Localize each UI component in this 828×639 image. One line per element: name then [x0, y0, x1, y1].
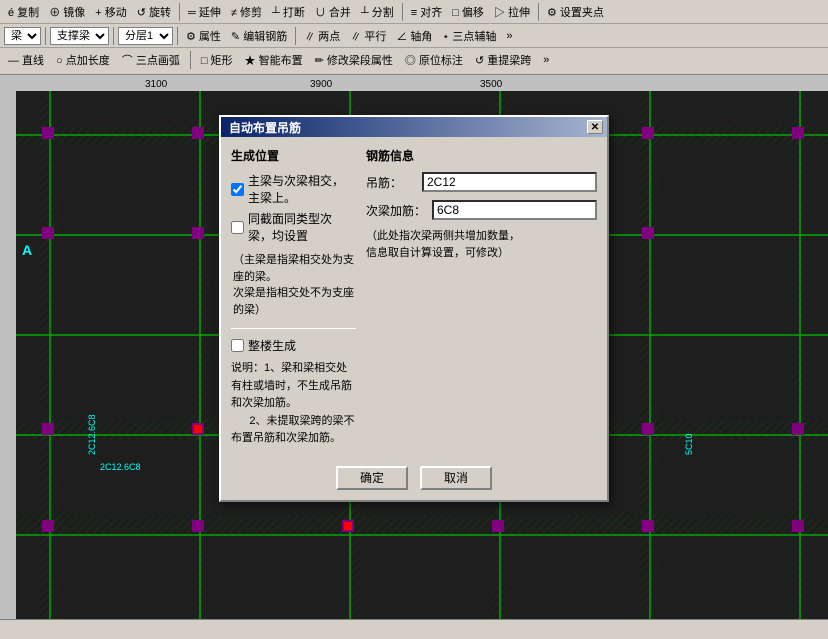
- dialog-left-column: 生成位置 主梁与次梁相交，主梁上。 同截面同类型次梁，均设置 （主梁是指梁相交处…: [231, 147, 356, 448]
- dialog-right-column: 钢筋信息 吊筋： 次梁加筋： （此处指次梁两侧共增加数量，信息取自计算设置，可修…: [366, 147, 597, 448]
- threepoint-axis-btn[interactable]: ⋆ 三点辅轴: [438, 27, 500, 45]
- sep7: [295, 27, 296, 45]
- repick-span-btn[interactable]: ↺ 重提梁跨: [471, 51, 535, 69]
- stretch-btn[interactable]: ▷ 拉伸: [490, 3, 534, 21]
- sep6: [177, 27, 178, 45]
- checkbox3-item: 整楼生成: [231, 337, 356, 354]
- sep1: [179, 3, 180, 21]
- extend-btn[interactable]: ═ 延伸: [184, 3, 225, 21]
- element-select[interactable]: 梁: [4, 27, 41, 45]
- break-btn[interactable]: ┴ 打断: [268, 3, 309, 21]
- origin-mark-btn[interactable]: ◎ 原位标注: [401, 51, 467, 69]
- ciliangjiajin-input[interactable]: [432, 200, 597, 220]
- align-btn[interactable]: ≡ 对齐: [407, 3, 446, 21]
- split-btn[interactable]: ┴ 分割: [357, 3, 398, 21]
- checkbox1-label: 主梁与次梁相交，主梁上。: [248, 172, 356, 206]
- checkbox2-label: 同截面同类型次梁，均设置: [248, 210, 356, 244]
- checkbox2-input[interactable]: [231, 221, 244, 234]
- checkbox1-input[interactable]: [231, 183, 244, 196]
- property-btn[interactable]: ⚙ 属性: [182, 27, 225, 45]
- dialog-overlay: 自动布置吊筋 ✕ 生成位置 主梁与次梁相交，主梁上。 同截面同类型次梁，均设置: [0, 75, 828, 619]
- ciliangjiajin-field-row: 次梁加筋：: [366, 200, 597, 220]
- diaojin-input[interactable]: [422, 172, 597, 192]
- smart-place-btn[interactable]: ★ 智能布置: [241, 51, 307, 69]
- checkbox3-label: 整楼生成: [248, 337, 296, 354]
- merge-btn[interactable]: ∪ 合并: [311, 3, 355, 21]
- note-right: （此处指次梁两侧共增加数量，信息取自计算设置，可修改）: [366, 228, 597, 261]
- checkbox2-item: 同截面同类型次梁，均设置: [231, 210, 356, 244]
- toolbar-row1: é 复制 ⊕ 镜像 + 移动 ↺ 旋转 ═ 延伸 ≠ 修剪 ┴ 打断 ∪ 合并 …: [0, 0, 828, 24]
- sep5: [113, 27, 114, 45]
- sep8: [190, 51, 191, 69]
- auto-place-stirrup-dialog: 自动布置吊筋 ✕ 生成位置 主梁与次梁相交，主梁上。 同截面同类型次梁，均设置: [219, 115, 609, 502]
- grip-btn[interactable]: ⚙ 设置夹点: [543, 3, 608, 21]
- dialog-title: 自动布置吊筋: [229, 119, 301, 136]
- twopoint-btn[interactable]: ∥ 两点: [300, 27, 344, 45]
- dialog-titlebar[interactable]: 自动布置吊筋 ✕: [221, 117, 607, 137]
- diaojin-label: 吊筋：: [366, 174, 416, 191]
- more-row3-btn[interactable]: »: [539, 53, 553, 67]
- toolbar-row3: — 直线 ○ 点加长度 ⌒ 三点画弧 □ 矩形 ★ 智能布置 ✏ 修改梁段属性 …: [0, 48, 828, 72]
- trim-btn[interactable]: ≠ 修剪: [227, 3, 266, 21]
- left-section-title: 生成位置: [231, 147, 356, 164]
- edit-rebar-btn[interactable]: ✎ 编辑钢筋: [227, 27, 291, 45]
- modify-segment-btn[interactable]: ✏ 修改梁段属性: [311, 51, 397, 69]
- confirm-button[interactable]: 确定: [336, 466, 408, 490]
- sep3: [538, 3, 539, 21]
- layer-select[interactable]: 分层1: [118, 27, 173, 45]
- right-section-title: 钢筋信息: [366, 147, 597, 164]
- divider: [231, 328, 356, 329]
- whole-floor-section: 整楼生成: [231, 337, 356, 354]
- sep2: [402, 3, 403, 21]
- point-extend-btn[interactable]: ○ 点加长度: [52, 51, 114, 69]
- axis-angle-btn[interactable]: ∠ 轴角: [392, 27, 436, 45]
- arc-btn[interactable]: ⌒ 三点画弧: [118, 51, 184, 69]
- dialog-columns: 生成位置 主梁与次梁相交，主梁上。 同截面同类型次梁，均设置 （主梁是指梁相交处…: [231, 147, 597, 448]
- checkbox1-item: 主梁与次梁相交，主梁上。: [231, 172, 356, 206]
- dialog-close-button[interactable]: ✕: [587, 120, 603, 134]
- rotate-btn[interactable]: ↺ 旋转: [133, 3, 175, 21]
- cancel-button[interactable]: 取消: [420, 466, 492, 490]
- move-btn[interactable]: + 移动: [91, 3, 130, 21]
- ciliangjiajin-label: 次梁加筋：: [366, 202, 426, 219]
- statusbar: [0, 619, 828, 639]
- mirror-btn[interactable]: ⊕ 镜像: [45, 3, 89, 21]
- more-btn[interactable]: »: [502, 29, 516, 43]
- sep4: [45, 27, 46, 45]
- dialog-body: 生成位置 主梁与次梁相交，主梁上。 同截面同类型次梁，均设置 （主梁是指梁相交处…: [221, 137, 607, 458]
- note1-text: （主梁是指梁相交处为支座的梁。次梁是指相交处不为支座的梁）: [231, 250, 356, 320]
- checkbox3-input[interactable]: [231, 339, 244, 352]
- support-select[interactable]: 支撑梁: [50, 27, 109, 45]
- note-bottom: 说明：1、梁和梁相交处有柱或墙时，不生成吊筋和次梁加筋。 2、未提取梁跨的梁不布…: [231, 360, 356, 448]
- line-btn[interactable]: — 直线: [4, 51, 48, 69]
- dialog-footer: 确定 取消: [221, 458, 607, 500]
- parallel-btn[interactable]: ∥ 平行: [346, 27, 390, 45]
- rect-btn[interactable]: □ 矩形: [197, 51, 237, 69]
- diaojin-field-row: 吊筋：: [366, 172, 597, 192]
- copy-btn[interactable]: é 复制: [4, 3, 43, 21]
- toolbar-area: é 复制 ⊕ 镜像 + 移动 ↺ 旋转 ═ 延伸 ≠ 修剪 ┴ 打断 ∪ 合并 …: [0, 0, 828, 75]
- toolbar-row2: 梁 支撑梁 分层1 ⚙ 属性 ✎ 编辑钢筋 ∥ 两点 ∥ 平行 ∠ 轴角 ⋆ 三…: [0, 24, 828, 48]
- offset-btn[interactable]: □ 偏移: [448, 3, 488, 21]
